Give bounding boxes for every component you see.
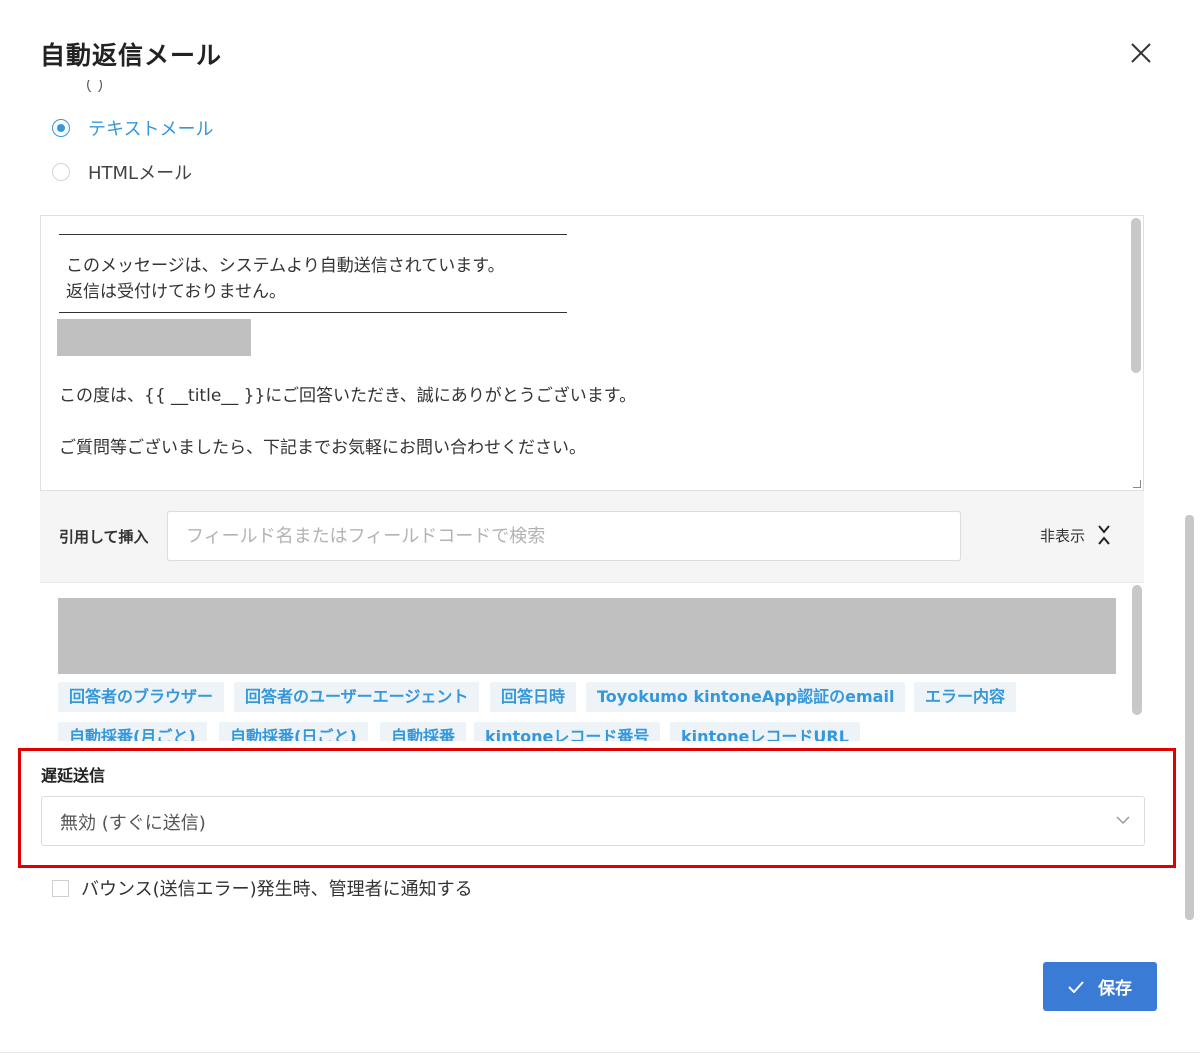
editor-scrollbar[interactable] (1131, 218, 1141, 373)
field-tag[interactable]: エラー内容 (914, 682, 1017, 712)
editor-line: 返信は受付けておりません。 (66, 282, 286, 302)
dialog-scrollbar[interactable] (1185, 515, 1194, 920)
redacted-block (57, 319, 251, 356)
radio-checked-icon[interactable] (52, 119, 70, 137)
save-label: 保存 (1098, 979, 1132, 999)
editor-line: ご質問等ございましたら、下記までお気軽にお問い合わせください。 (59, 438, 586, 458)
field-tag[interactable]: 回答者のブラウザー (58, 682, 225, 712)
field-tag[interactable]: 自動採番(月ごと) (58, 722, 207, 741)
tag-list-scrollbar[interactable] (1132, 585, 1142, 715)
field-tag[interactable]: 回答日時 (490, 682, 577, 712)
resize-grip-icon[interactable] (1133, 480, 1141, 488)
radio-label: テキストメール (88, 119, 214, 140)
insert-field-panel: 引用して挿入 非表示 回答者のブラウザー 回答者のユーザーエージェント 回答日時… (40, 491, 1144, 741)
delay-send-label: 遅延送信 (41, 766, 106, 785)
save-button[interactable]: 保存 (1043, 962, 1157, 1011)
divider (59, 312, 567, 313)
dialog-title: 自動返信メール (40, 41, 223, 70)
delay-send-select[interactable]: 無効 (すぐに送信) (41, 796, 1145, 846)
field-tag[interactable]: kintoneレコードURL (670, 722, 860, 741)
radio-text-mail[interactable]: テキストメール (52, 116, 213, 140)
clipped-heading: （ ） (76, 80, 114, 92)
divider (59, 234, 567, 235)
field-tag[interactable]: 自動採番 (380, 722, 467, 741)
radio-unchecked-icon[interactable] (52, 163, 70, 181)
radio-html-mail[interactable]: HTMLメール (52, 160, 192, 184)
hide-label: 非表示 (1040, 526, 1086, 545)
radio-label: HTMLメール (88, 163, 193, 184)
delay-send-section: 遅延送信 無効 (すぐに送信) (18, 748, 1176, 868)
field-search-input[interactable] (167, 511, 961, 561)
bounce-notify-checkbox-row[interactable]: バウンス(送信エラー)発生時、管理者に通知する (52, 875, 473, 901)
check-icon (1068, 980, 1084, 993)
mail-body-editor[interactable]: このメッセージは、システムより自動送信されています。 返信は受付けておりません。… (40, 215, 1144, 491)
auto-reply-dialog: 自動返信メール （ ） テキストメール HTMLメール このメッセージは、システ… (0, 0, 1200, 1059)
field-tag[interactable]: 自動採番(日ごと) (219, 722, 368, 741)
hide-toggle[interactable]: 非表示 (1040, 524, 1111, 546)
editor-line: このメッセージは、システムより自動送信されています。 (66, 256, 505, 276)
field-tag[interactable]: 回答者のユーザーエージェント (234, 682, 480, 712)
delay-send-value: 無効 (すぐに送信) (60, 813, 206, 834)
field-tag[interactable]: Toyokumo kintoneApp認証のemail (586, 682, 906, 712)
bounce-notify-checkbox[interactable] (52, 879, 69, 897)
field-tag-list: 回答者のブラウザー 回答者のユーザーエージェント 回答日時 Toyokumo k… (40, 582, 1144, 741)
chevron-down-icon (1116, 816, 1130, 825)
insert-label: 引用して挿入 (59, 528, 149, 546)
collapse-icon (1098, 525, 1110, 545)
close-icon[interactable] (1126, 38, 1156, 68)
dialog-bottom-border (0, 1052, 1200, 1053)
bounce-notify-label: バウンス(送信エラー)発生時、管理者に通知する (81, 879, 473, 900)
editor-line: この度は、{{ __title__ }}にご回答いただき、誠にありがとうございま… (59, 386, 637, 406)
field-tag[interactable]: kintoneレコード番号 (474, 722, 661, 741)
redacted-block (58, 598, 1116, 674)
